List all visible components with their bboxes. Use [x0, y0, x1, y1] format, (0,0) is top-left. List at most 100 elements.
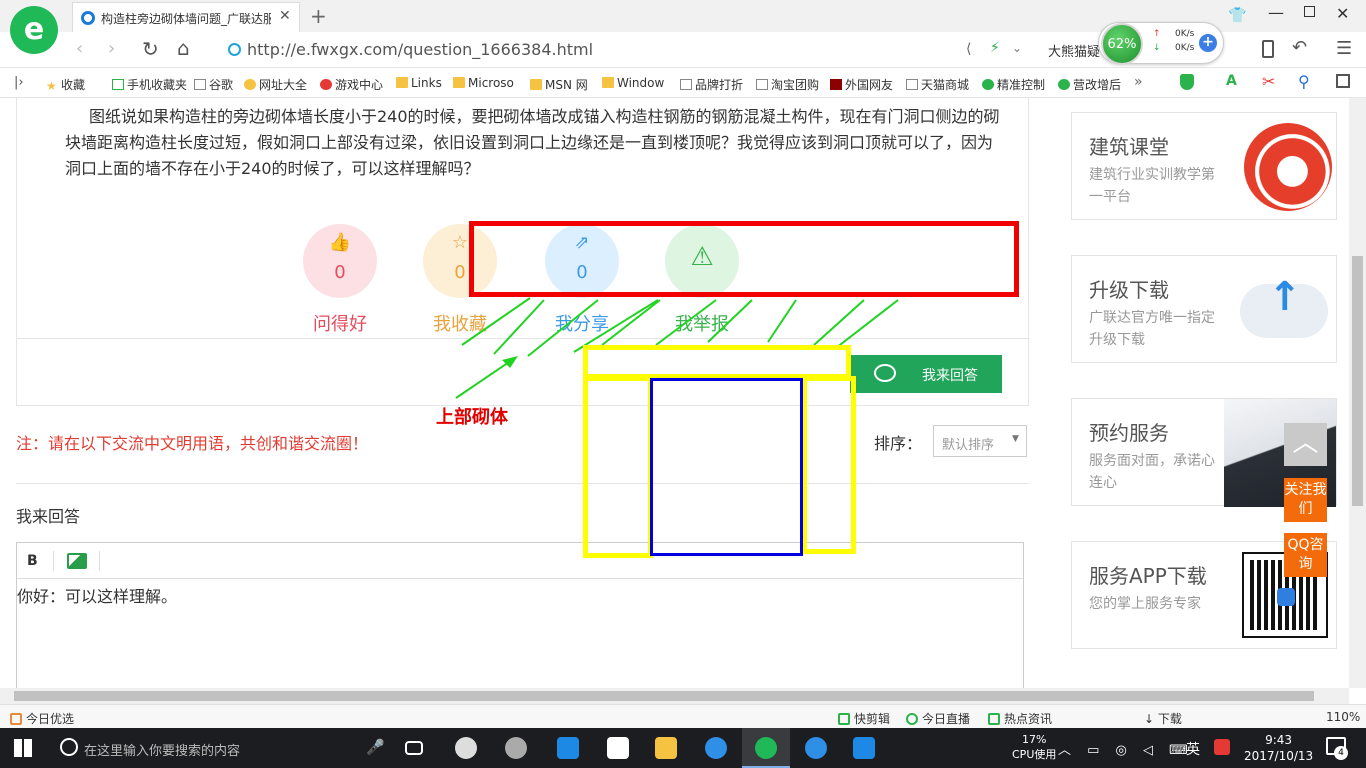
card-description: 服务面对面，承诺心连心 — [1089, 453, 1215, 491]
chevron-down-icon[interactable]: ⌄ — [1012, 41, 1022, 55]
search-icon[interactable]: ⚲ — [1298, 72, 1310, 91]
bookmark-item[interactable]: 游戏中心 — [320, 76, 383, 93]
bookmark-item[interactable]: 营改增后 — [1058, 76, 1121, 93]
bookmark-item[interactable]: Microso — [453, 76, 514, 90]
taskbar-app[interactable] — [594, 728, 642, 768]
vertical-scroll-thumb[interactable] — [1352, 256, 1363, 506]
annotation-yellow-left-column — [583, 376, 653, 558]
reply-editor[interactable]: B 你好：可以这样理解。 — [16, 542, 1024, 692]
bookmark-item[interactable]: 品牌打折 — [680, 76, 743, 93]
download-speed: 0K/s — [1175, 43, 1195, 53]
bookmark-item[interactable]: Links — [396, 76, 442, 90]
back-icon[interactable]: ‹ — [76, 38, 83, 59]
skin-icon[interactable]: 👕 — [1228, 6, 1247, 24]
browser-tab[interactable]: 构造柱旁边砌体墙问题_广联达服 ✕ — [72, 2, 300, 32]
reload-icon[interactable]: ↻ — [142, 37, 159, 61]
bookmark-item[interactable]: 外国网友 — [830, 76, 893, 93]
cortana-icon[interactable] — [60, 738, 78, 756]
more-bookmarks-icon[interactable]: » — [1134, 74, 1143, 90]
bold-button[interactable]: B — [27, 553, 38, 569]
answer-button-label: 我来回答 — [922, 368, 978, 384]
browser-app-icon — [755, 737, 777, 759]
maximize-icon[interactable] — [1304, 6, 1315, 17]
upload-arrow-icon: ↑ — [1153, 29, 1161, 39]
share-page-icon[interactable]: ⟨ — [966, 41, 971, 57]
new-tab-icon[interactable]: + — [310, 4, 327, 28]
accelerate-button[interactable]: + — [1199, 34, 1217, 52]
network-speed-widget[interactable]: 62% ↑ ↓ 0K/s 0K/s + — [1098, 22, 1224, 65]
taskbar-app[interactable] — [544, 728, 592, 768]
menu-icon[interactable]: ☰ — [1336, 38, 1352, 59]
speed-mode-icon[interactable]: ⚡ — [990, 40, 1000, 56]
taskbar-app[interactable] — [692, 728, 740, 768]
card-description: 广联达官方唯一指定升级下载 — [1089, 310, 1215, 348]
url-input[interactable]: http://e.fwxgx.com/question_1666384.html — [247, 40, 593, 59]
home-icon[interactable]: ⌂ — [177, 36, 190, 60]
input-method-indicator[interactable]: 英 — [1186, 739, 1200, 759]
qq-consult-button[interactable]: QQ咨询 — [1284, 533, 1327, 577]
card-title: 预约服务 — [1089, 421, 1169, 445]
sort-select[interactable]: 默认排序 ▼ — [933, 425, 1027, 457]
task-view-button[interactable] — [392, 728, 440, 768]
like-count: 0 — [334, 262, 346, 283]
vertical-scrollbar[interactable] — [1349, 98, 1366, 688]
status-item[interactable]: ↓ 下载 — [1144, 710, 1182, 727]
toolbar-separator — [99, 551, 100, 571]
bookmark-item[interactable]: MSN 网 — [530, 76, 588, 93]
taskbar-app[interactable] — [840, 728, 888, 768]
translate-icon[interactable]: A — [1226, 73, 1237, 89]
taskbar-app[interactable] — [492, 728, 540, 768]
back-to-top-icon[interactable]: ︿ — [1284, 423, 1327, 466]
bookmark-item[interactable]: ★ 收藏 — [46, 76, 85, 93]
status-item[interactable]: 快剪辑 — [838, 710, 890, 727]
horizontal-scroll-thumb[interactable] — [14, 691, 1314, 701]
insert-image-icon[interactable] — [67, 553, 87, 569]
tab-title: 构造柱旁边砌体墙问题_广联达服 — [101, 12, 271, 26]
zoom-level[interactable]: 110% — [1326, 710, 1360, 724]
bookmark-item[interactable]: 天猫商城 — [906, 76, 969, 93]
status-item[interactable]: 热点资讯 — [988, 710, 1052, 727]
tab-close-icon[interactable]: ✕ — [279, 8, 291, 24]
bookmark-item[interactable]: 精准控制 — [982, 76, 1045, 93]
screenshot-scissors-icon[interactable]: ✂ — [1262, 72, 1275, 91]
security-shield-icon[interactable] — [1180, 74, 1194, 90]
taskbar-search-input[interactable]: 在这里输入你要搜索的内容 — [84, 740, 240, 759]
bookmark-item[interactable]: 淘宝团购 — [756, 76, 819, 93]
taskbar-app-active[interactable] — [742, 728, 790, 768]
taskbar-clock[interactable]: 9:43 2017/10/13 — [1244, 732, 1313, 764]
minimize-icon[interactable]: — — [1268, 3, 1284, 22]
taskbar-app[interactable] — [642, 728, 690, 768]
like-button[interactable]: 👍 0 问得好 — [303, 224, 377, 335]
bookmark-item[interactable]: 网址大全 — [244, 76, 307, 93]
sidebar-toggle-icon[interactable]: |› — [14, 75, 24, 90]
apps-grid-icon[interactable] — [1336, 74, 1350, 88]
microphone-icon[interactable]: 🎤 — [366, 738, 385, 756]
horizontal-scrollbar[interactable] — [0, 688, 1349, 704]
follow-us-button[interactable]: 关注我们 — [1284, 478, 1327, 522]
search-suggestion[interactable]: 大熊猫疑 — [1048, 41, 1100, 60]
reply-heading: 我来回答 — [16, 507, 81, 526]
taskbar-app[interactable] — [442, 728, 490, 768]
sidebar-card-classroom[interactable]: 建筑课堂 建筑行业实训教学第一平台 — [1071, 112, 1337, 220]
sidebar-card-upgrade[interactable]: 升级下载 广联达官方唯一指定升级下载 ↑ — [1071, 255, 1337, 363]
browser-logo[interactable]: e — [10, 6, 58, 54]
undo-icon[interactable]: ↶ — [1292, 37, 1307, 58]
system-tray-icons[interactable]: ︿ ▭ ◎ ◁ ⌨ — [1058, 739, 1194, 758]
today-picks[interactable]: 今日优选 — [10, 710, 74, 727]
editor-toolbar: B — [17, 543, 1023, 579]
phone-icon[interactable] — [1262, 40, 1274, 58]
bookmark-item[interactable]: Window — [602, 76, 664, 90]
bookmark-item[interactable]: 谷歌 — [194, 76, 233, 93]
close-window-icon[interactable]: ✕ — [1336, 4, 1349, 23]
card-description: 您的掌上服务专家 — [1089, 596, 1201, 612]
sogou-ime-icon[interactable] — [1214, 739, 1230, 755]
status-item[interactable]: 今日直播 — [906, 710, 970, 727]
forward-icon[interactable]: › — [108, 38, 115, 59]
upload-arrow-icon: ↑ — [1268, 274, 1302, 320]
taskbar-app[interactable] — [792, 728, 840, 768]
bookmark-item[interactable]: 手机收藏夹 — [112, 76, 187, 93]
windows-start-icon[interactable] — [14, 739, 32, 757]
answer-button[interactable]: 我来回答 — [850, 355, 1002, 393]
editor-content[interactable]: 你好：可以这样理解。 — [17, 583, 177, 607]
browser-status-bar: 今日优选 快剪辑 今日直播 热点资讯 ↓ 下载 110% — [0, 704, 1366, 728]
